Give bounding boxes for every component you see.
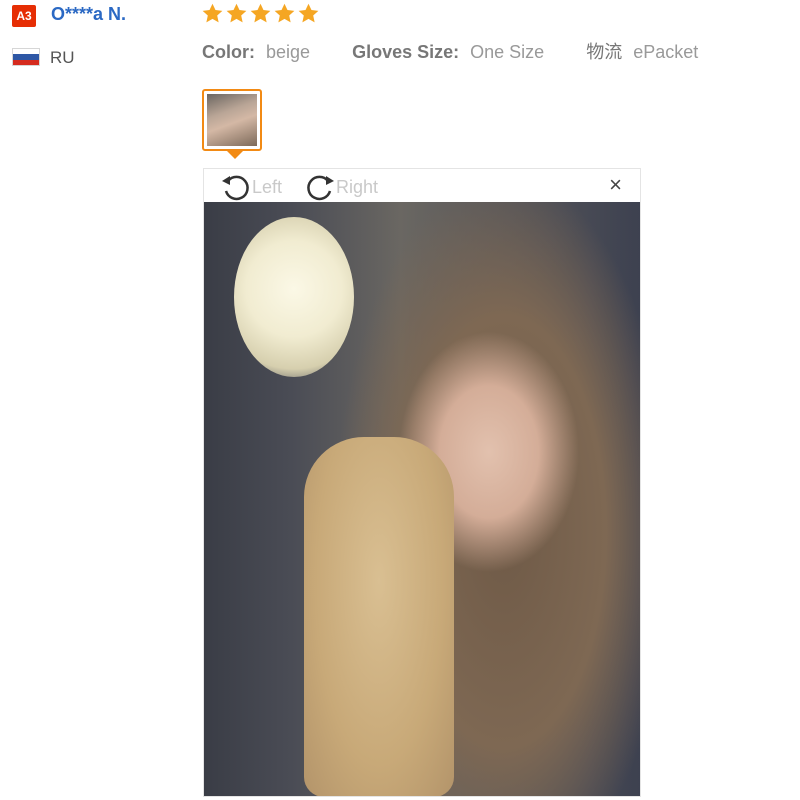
attribute-value: beige [266,42,311,62]
rotate-left-label: Left [252,176,283,197]
lace-glove [304,437,454,796]
thumbnail-pointer [227,151,243,159]
reviewer-name[interactable]: O****a N. [51,4,126,25]
star-icon [202,3,223,23]
close-icon[interactable]: × [609,174,622,196]
rotate-right-label: Right [336,176,379,197]
review-photo [204,202,640,796]
attribute-size: Gloves Size: One Size [352,42,555,62]
star-icon [298,3,319,23]
flower-decoration [234,217,354,377]
reviewer-country: RU [50,48,75,67]
photo-viewer: Left Right × [203,168,641,797]
attribute-value: ePacket [633,42,699,62]
attribute-value: One Size [470,42,545,62]
review-photo-thumbnail[interactable] [202,89,262,151]
rotate-right-icon [307,175,334,201]
attribute-label: Gloves Size: [352,42,460,62]
attribute-color: Color: beige [202,42,321,62]
order-attributes: Color: beige Gloves Size: One Size 物流 eP… [202,38,710,64]
viewer-toolbar: Left Right × [204,169,640,202]
country-flag-icon [12,48,40,66]
star-icon [250,3,271,23]
attribute-shipping: 物流 ePacket [586,42,704,62]
star-icon [226,3,247,23]
level-badge: A3 [12,5,36,27]
star-icon [274,3,295,23]
rotate-left-button[interactable]: Left [220,172,282,202]
star-rating [201,2,320,25]
thumbnail-image [207,94,257,146]
attribute-label: 物流 [586,42,623,62]
attribute-label: Color: [202,42,255,62]
rotate-right-button[interactable]: Right [304,172,378,202]
rotate-left-icon [222,175,249,201]
